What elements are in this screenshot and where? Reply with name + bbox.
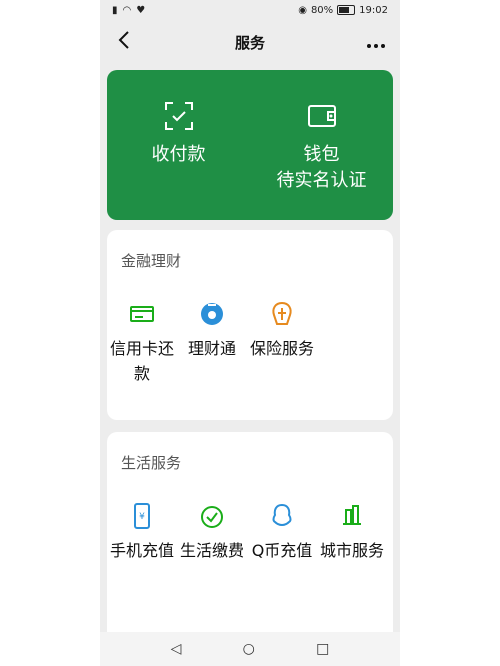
credit-card-repay-button[interactable]: 信用卡还款 (107, 300, 177, 386)
utility-payment-icon (201, 506, 223, 528)
system-recent-icon[interactable]: □ (316, 641, 329, 657)
utility-payment-button[interactable]: 生活缴费 (177, 502, 247, 563)
city-service-button[interactable]: 城市服务 (317, 502, 387, 563)
battery-percent: 80% (310, 4, 334, 16)
status-right: ◉ 80% 19:02 (298, 5, 388, 16)
insurance-icon (272, 301, 292, 325)
wallet-status: 待实名认证 (276, 170, 367, 191)
sim-icon: ▮ (112, 4, 118, 16)
clock: 19:02 (359, 4, 388, 16)
phone-recharge-label: 手机充值 (109, 541, 174, 560)
heart-icon: ♥ (136, 4, 146, 16)
scan-receive-icon (164, 102, 193, 130)
phone-screen: ▮ ◠ ♥ ◉ 80% 19:02 服务 收付款 钱包 待实名认证 金融理财 信… (100, 0, 400, 666)
qcoin-label: Q币充值 (251, 541, 313, 560)
life-title: 生活服务 (121, 454, 182, 472)
life-grid: ¥ 手机充值 生活缴费 Q币充值 城市服务 (107, 502, 393, 563)
utility-payment-label: 生活缴费 (179, 541, 244, 560)
city-service-icon (343, 505, 361, 525)
finance-grid: 信用卡还款 理财通 保险服务 (107, 300, 393, 386)
wealth-label: 理财通 (187, 339, 236, 358)
qcoin-icon (272, 503, 292, 527)
wealth-icon (201, 303, 223, 325)
wealth-button[interactable]: 理财通 (177, 300, 247, 386)
credit-card-label: 信用卡还款 (109, 339, 174, 383)
receive-pay-label: 收付款 (151, 144, 206, 165)
life-section: 生活服务 ¥ 手机充值 生活缴费 Q币充值 城市服务 (107, 432, 393, 652)
page-title: 服务 (234, 33, 265, 52)
finance-title: 金融理财 (121, 252, 182, 270)
insurance-button[interactable]: 保险服务 (247, 300, 317, 386)
more-dots-icon[interactable] (364, 33, 388, 52)
system-nav-bar: ◁ ○ □ (100, 632, 400, 666)
finance-section: 金融理财 信用卡还款 理财通 保险服务 (107, 230, 393, 420)
credit-card-icon (130, 306, 154, 322)
wallet-icon (307, 105, 336, 127)
back-chevron-icon[interactable] (112, 31, 136, 53)
insurance-label: 保险服务 (249, 339, 314, 358)
city-service-label: 城市服务 (319, 541, 384, 560)
system-back-icon[interactable]: ◁ (171, 641, 182, 657)
wifi-icon: ◠ (122, 4, 132, 16)
status-bar: ▮ ◠ ♥ ◉ 80% 19:02 (100, 0, 400, 20)
qcoin-button[interactable]: Q币充值 (247, 502, 317, 563)
status-left: ▮ ◠ ♥ (112, 5, 145, 16)
wallet-card: 收付款 钱包 待实名认证 (107, 70, 393, 220)
phone-recharge-button[interactable]: ¥ 手机充值 (107, 502, 177, 563)
system-home-icon[interactable]: ○ (243, 641, 255, 657)
battery-icon (337, 5, 356, 15)
phone-recharge-icon: ¥ (134, 503, 150, 529)
svg-text:¥: ¥ (139, 512, 145, 522)
eye-icon: ◉ (298, 4, 307, 16)
nav-bar: 服务 (100, 20, 400, 64)
wallet-button[interactable]: 钱包 待实名认证 (250, 100, 393, 194)
receive-pay-button[interactable]: 收付款 (107, 100, 250, 168)
wallet-label: 钱包 (303, 144, 340, 165)
